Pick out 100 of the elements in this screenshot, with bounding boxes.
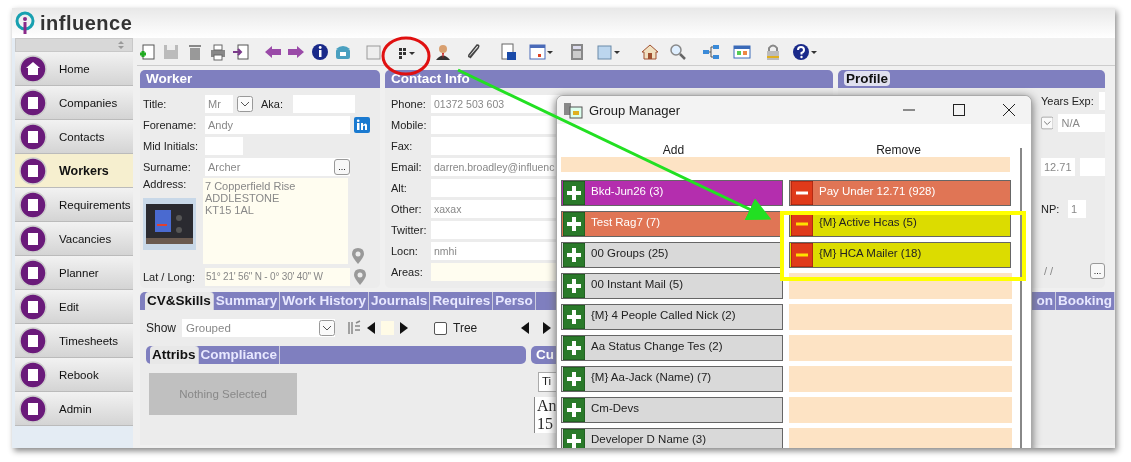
word-document-icon[interactable] [499,42,517,61]
notice-field[interactable]: 1 [1068,200,1086,218]
tree-checkbox[interactable] [434,321,448,335]
sidebar-item[interactable]: Contacts [15,120,133,154]
ellipsis-button[interactable]: ... [1090,263,1105,279]
sidebar-item[interactable]: Rebook [15,358,133,392]
tab[interactable]: CV&Skills [145,292,214,310]
linkedin-icon [354,116,370,133]
map-pin-icon [352,248,364,264]
group-item[interactable]: Bkd-Jun26 (3) [561,180,783,206]
empty-message: Nothing Selected [149,373,297,415]
address-field[interactable]: 7 Copperfield Rise ADDLESTONE KT15 1AL [203,178,348,264]
round-icon [19,88,47,117]
lock-icon[interactable] [764,42,782,61]
trash-icon[interactable] [186,42,204,61]
field-label: Phone: [391,97,427,110]
square-icon[interactable] [365,42,383,61]
forename-field[interactable]: Andy [205,115,350,134]
field-label: Email: [391,160,423,173]
calendar-icon[interactable] [529,42,554,61]
title-field[interactable]: Mr [205,94,233,113]
left-triangle-icon[interactable] [367,322,376,334]
calculator-icon[interactable] [568,42,586,61]
sidebar-item[interactable]: Admin [15,392,133,426]
notepad-icon[interactable] [596,42,621,61]
add-button[interactable] [563,181,585,205]
add-button[interactable] [563,429,585,448]
remove-button[interactable] [791,243,813,267]
field-label: Years Exp: [1041,95,1094,107]
house-icon [19,54,47,83]
group-icon [563,101,583,119]
logo-icon [14,11,36,35]
search-icon[interactable] [669,42,687,61]
checkbox-label: Tree [453,321,478,335]
add-button[interactable] [563,336,585,360]
sidebar-item[interactable]: Workers [15,154,133,188]
rate-field[interactable]: 12.71 [1041,158,1075,176]
round-icon [19,224,47,253]
printer-icon[interactable] [209,42,227,61]
round-icon [19,190,47,219]
add-button[interactable] [563,367,585,391]
new-document-icon[interactable] [139,42,157,61]
sidebar-item[interactable]: Requirements [15,188,133,222]
show-dropdown[interactable]: Grouped [182,319,336,337]
group-item[interactable]: {M} HCA Mailer (18) [789,242,1011,268]
coordinates-field[interactable]: 51° 21' 56" N - 0° 30' 40" W [205,267,350,286]
round-icon [19,326,47,355]
tab[interactable]: Attribs [150,346,199,364]
remove-button[interactable] [791,181,813,205]
sidebar-item[interactable]: Home [15,52,133,86]
house-icon[interactable] [641,42,659,61]
field-label: Surname: [143,160,192,173]
info-icon[interactable] [311,42,329,61]
sidebar-item[interactable]: Companies [15,86,133,120]
left-triangle-icon[interactable] [521,322,530,334]
field-label: Show [146,321,177,335]
add-button[interactable] [563,398,585,422]
field-label: Locn: [391,244,419,257]
group-item[interactable]: Cm-Devs [561,397,783,423]
import-icon[interactable] [232,42,250,61]
sidebar-item[interactable]: Planner [15,256,133,290]
field-label: NP: [1041,203,1061,215]
group-item[interactable]: {M} Aa-Jack (Name) (7) [561,366,783,392]
field-label: Title: [143,97,168,110]
sidebar-item[interactable]: Timesheets [15,324,133,358]
field-label: Mobile: [391,118,427,131]
field-label: Lat / Long: [143,270,196,283]
field-label: Aka: [261,97,284,110]
group-item[interactable]: 00 Instant Mail (5) [561,273,783,299]
person-icon[interactable] [434,42,452,61]
column-header: Add [661,143,686,157]
sidebar-item[interactable]: Edit [15,290,133,324]
dialog-title: Group Manager [589,102,681,118]
group-item[interactable]: Developer D Name (3) [561,428,783,448]
group-item[interactable]: 00 Groups (25) [561,242,783,268]
help-icon[interactable] [792,42,818,61]
map-pin-icon [354,268,366,285]
dropdown-button[interactable] [237,95,253,112]
column-header: Remove [875,143,922,157]
field-label: Mid Initials: [143,139,200,152]
field-label: Address: [143,178,188,190]
round-icon [19,156,47,185]
window-icon[interactable] [733,42,751,61]
add-button[interactable] [563,243,585,267]
highlight-circle [381,36,431,76]
sidebar-item[interactable]: Vacancies [15,222,133,256]
round-icon [19,394,47,423]
add-button[interactable] [563,212,585,236]
group-item[interactable]: {M} 4 People Called Nick (2) [561,304,783,330]
field-label: Areas: [391,265,424,278]
right-triangle-icon[interactable] [543,322,552,334]
field-label: Alt: [391,181,408,194]
field-label: Fax: [391,139,414,152]
group-item[interactable]: Aa Status Change Tes (2) [561,335,783,361]
add-button[interactable] [563,274,585,298]
grade-field[interactable]: N/A [1058,114,1105,132]
panel-header: Worker [140,70,380,88]
right-triangle-icon[interactable] [400,322,409,334]
network-icon[interactable] [702,42,720,61]
add-button[interactable] [563,305,585,329]
